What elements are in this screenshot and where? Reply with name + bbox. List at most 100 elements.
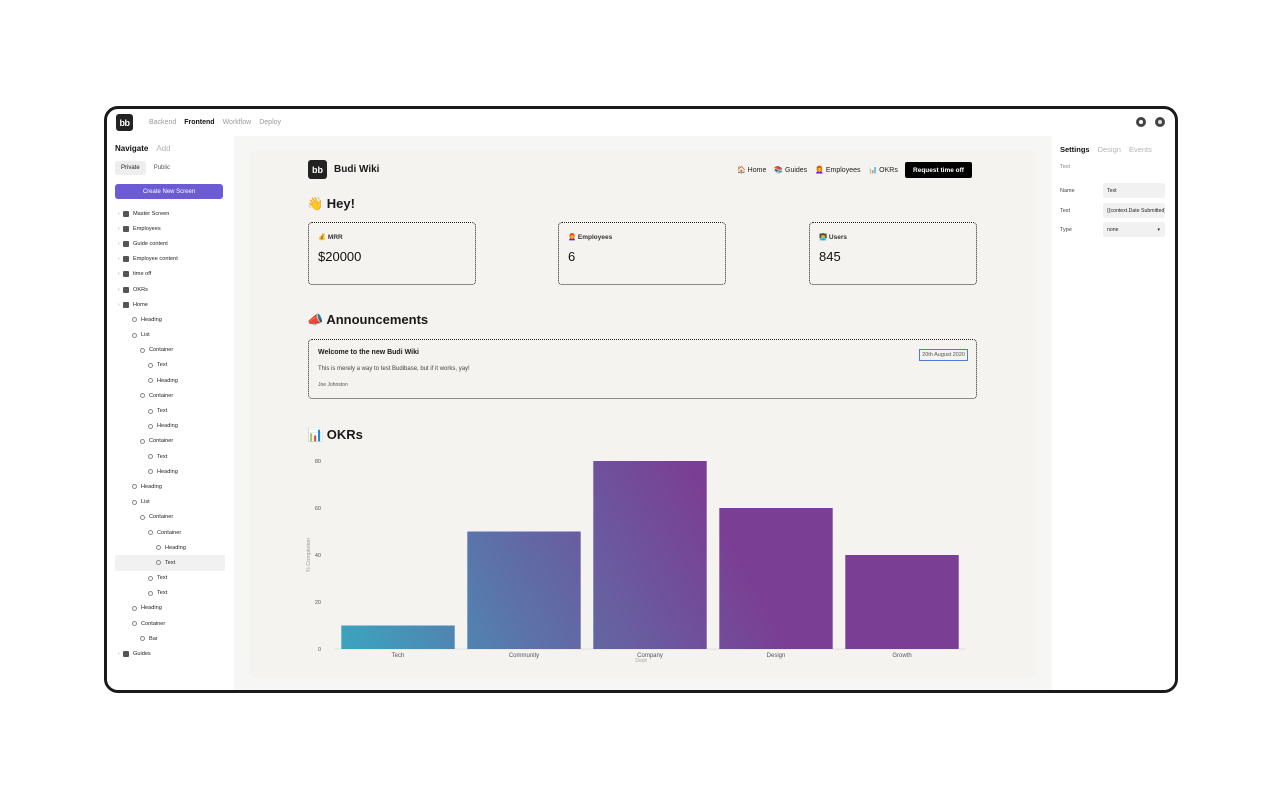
component-icon — [132, 317, 137, 323]
app-nav: 🏠 Home 📚 Guides 👩‍🦰 Employees 📊 OKRs — [737, 166, 898, 174]
bar-growth[interactable] — [845, 555, 959, 649]
tree-item[interactable]: Container — [115, 616, 225, 631]
tree-item[interactable]: Bar — [115, 631, 225, 646]
screen-icon — [123, 240, 129, 247]
bar-tech[interactable] — [341, 625, 455, 650]
x-tick-label: Community — [509, 653, 539, 659]
tab-workflow[interactable]: Workflow — [219, 119, 256, 126]
public-toggle[interactable]: Public — [148, 161, 176, 175]
screen-icon — [123, 225, 129, 232]
gear-icon[interactable] — [1136, 117, 1146, 127]
tree-item[interactable]: › time off — [115, 267, 225, 282]
tree-item[interactable]: Container — [115, 343, 225, 358]
tree-item[interactable]: Container — [115, 525, 225, 540]
tab-deploy[interactable]: Deploy — [255, 119, 285, 126]
request-time-off-button[interactable]: Request time off — [905, 162, 972, 178]
bar-community[interactable] — [467, 531, 581, 650]
top-bar: bb Backend Frontend Workflow Deploy — [107, 109, 1175, 136]
tree-item-label: Heading — [157, 377, 178, 384]
stat-value: $20000 — [318, 249, 362, 264]
tree-item[interactable]: Text — [115, 555, 225, 571]
access-toggle: Private Public — [115, 161, 176, 175]
tree-item[interactable]: › OKRs — [115, 282, 225, 297]
tree-item-label: Container — [149, 347, 174, 354]
text-input[interactable]: {{context.Date Submitted}} — [1103, 203, 1165, 218]
properties-panel: Settings Design Events Text Name Text Te… — [1052, 136, 1175, 690]
tree-item[interactable]: › Employee content — [115, 252, 225, 267]
tree-item[interactable]: › Guide content — [115, 236, 225, 251]
tree-item[interactable]: Heading — [115, 479, 225, 494]
okrs-bar-chart: 020406080% CompletionTech Community Compan… — [306, 459, 965, 663]
tree-item-label: Master Screen — [133, 210, 170, 217]
field-label: Type — [1060, 226, 1072, 233]
left-sidebar: Navigate Add Private Public Create New S… — [107, 136, 234, 690]
name-input[interactable]: Text — [1103, 183, 1165, 198]
component-icon — [140, 347, 145, 353]
tree-item[interactable]: › Master Screen — [115, 206, 225, 221]
tree-item[interactable]: Heading — [115, 601, 225, 616]
user-icon[interactable] — [1155, 117, 1165, 127]
stat-label: 💰 MRR — [318, 234, 343, 241]
tab-frontend[interactable]: Frontend — [180, 119, 218, 126]
top-icons — [1136, 117, 1165, 127]
tree-item[interactable]: Text — [115, 586, 225, 601]
tab-settings[interactable]: Settings — [1060, 145, 1090, 154]
tree-item[interactable]: › Guides — [115, 646, 225, 661]
tree-item[interactable]: Heading — [115, 419, 225, 434]
tree-item[interactable]: Heading — [115, 312, 225, 327]
app-logo: bb — [308, 160, 327, 179]
tree-item[interactable]: Text — [115, 449, 225, 464]
private-toggle[interactable]: Private — [115, 161, 146, 175]
tab-add[interactable]: Add — [156, 144, 170, 153]
tree-item-label: Text — [157, 575, 168, 582]
tree-item[interactable]: Heading — [115, 464, 225, 479]
type-select[interactable]: none ▾ — [1103, 222, 1165, 237]
tree-item-label: Text — [157, 590, 168, 597]
stat-card-employees: 👩‍🦰 Employees 6 — [558, 222, 726, 285]
tree-item[interactable]: Text — [115, 403, 225, 418]
y-tick-label: 80 — [315, 459, 321, 465]
tree-item-label: Text — [157, 453, 168, 460]
tree-item[interactable]: List — [115, 495, 225, 510]
tree-item[interactable]: › Home — [115, 297, 225, 312]
budibase-logo[interactable]: bb — [116, 114, 133, 131]
tree-item[interactable]: Container — [115, 388, 225, 403]
tab-navigate[interactable]: Navigate — [115, 144, 148, 153]
tree-item[interactable]: Text — [115, 358, 225, 373]
field-label: Text — [1060, 207, 1071, 214]
tree-item-label: Heading — [141, 316, 162, 323]
announcement-date[interactable]: 20th August 2020 — [919, 349, 968, 361]
tree-item[interactable]: Heading — [115, 540, 225, 555]
tree-item[interactable]: Heading — [115, 373, 225, 388]
tab-design[interactable]: Design — [1098, 145, 1121, 154]
tree-item[interactable]: › Employees — [115, 221, 225, 236]
tree-item[interactable]: Container — [115, 434, 225, 449]
tab-events[interactable]: Events — [1129, 145, 1152, 154]
y-tick-label: 40 — [315, 553, 321, 559]
tree-item[interactable]: Container — [115, 510, 225, 525]
text-field-row: Text {{context.Date Submitted}} — [1060, 203, 1165, 218]
y-tick-label: 20 — [315, 600, 321, 606]
tree-item-label: Home — [133, 301, 148, 308]
tree-item-label: Employees — [133, 225, 161, 232]
tree-item[interactable]: Text — [115, 571, 225, 586]
tree-item-label: Guides — [133, 651, 151, 658]
create-screen-button[interactable]: Create New Screen — [115, 184, 223, 199]
tab-backend[interactable]: Backend — [145, 119, 180, 126]
bar-design[interactable] — [719, 508, 833, 649]
stat-card-users: 👨‍💻 Users 845 — [809, 222, 977, 285]
component-icon — [132, 484, 137, 490]
bar-company[interactable] — [593, 461, 707, 649]
nav-employees[interactable]: 👩‍🦰 Employees — [815, 166, 860, 174]
preview-canvas: bb Budi Wiki 🏠 Home 📚 Guides 👩‍🦰 Employe… — [249, 150, 1036, 678]
nav-home[interactable]: 🏠 Home — [737, 166, 766, 174]
nav-okrs[interactable]: 📊 OKRs — [868, 166, 897, 174]
screen-icon — [123, 286, 129, 293]
tree-item[interactable]: List — [115, 328, 225, 343]
top-tabs: Backend Frontend Workflow Deploy — [145, 109, 285, 136]
tree-item-label: Text — [165, 559, 176, 566]
nav-guides[interactable]: 📚 Guides — [774, 166, 807, 174]
properties-tabs: Settings Design Events — [1060, 145, 1152, 154]
x-axis-label: Dept — [635, 658, 647, 663]
tree-item-label: Container — [157, 529, 182, 536]
